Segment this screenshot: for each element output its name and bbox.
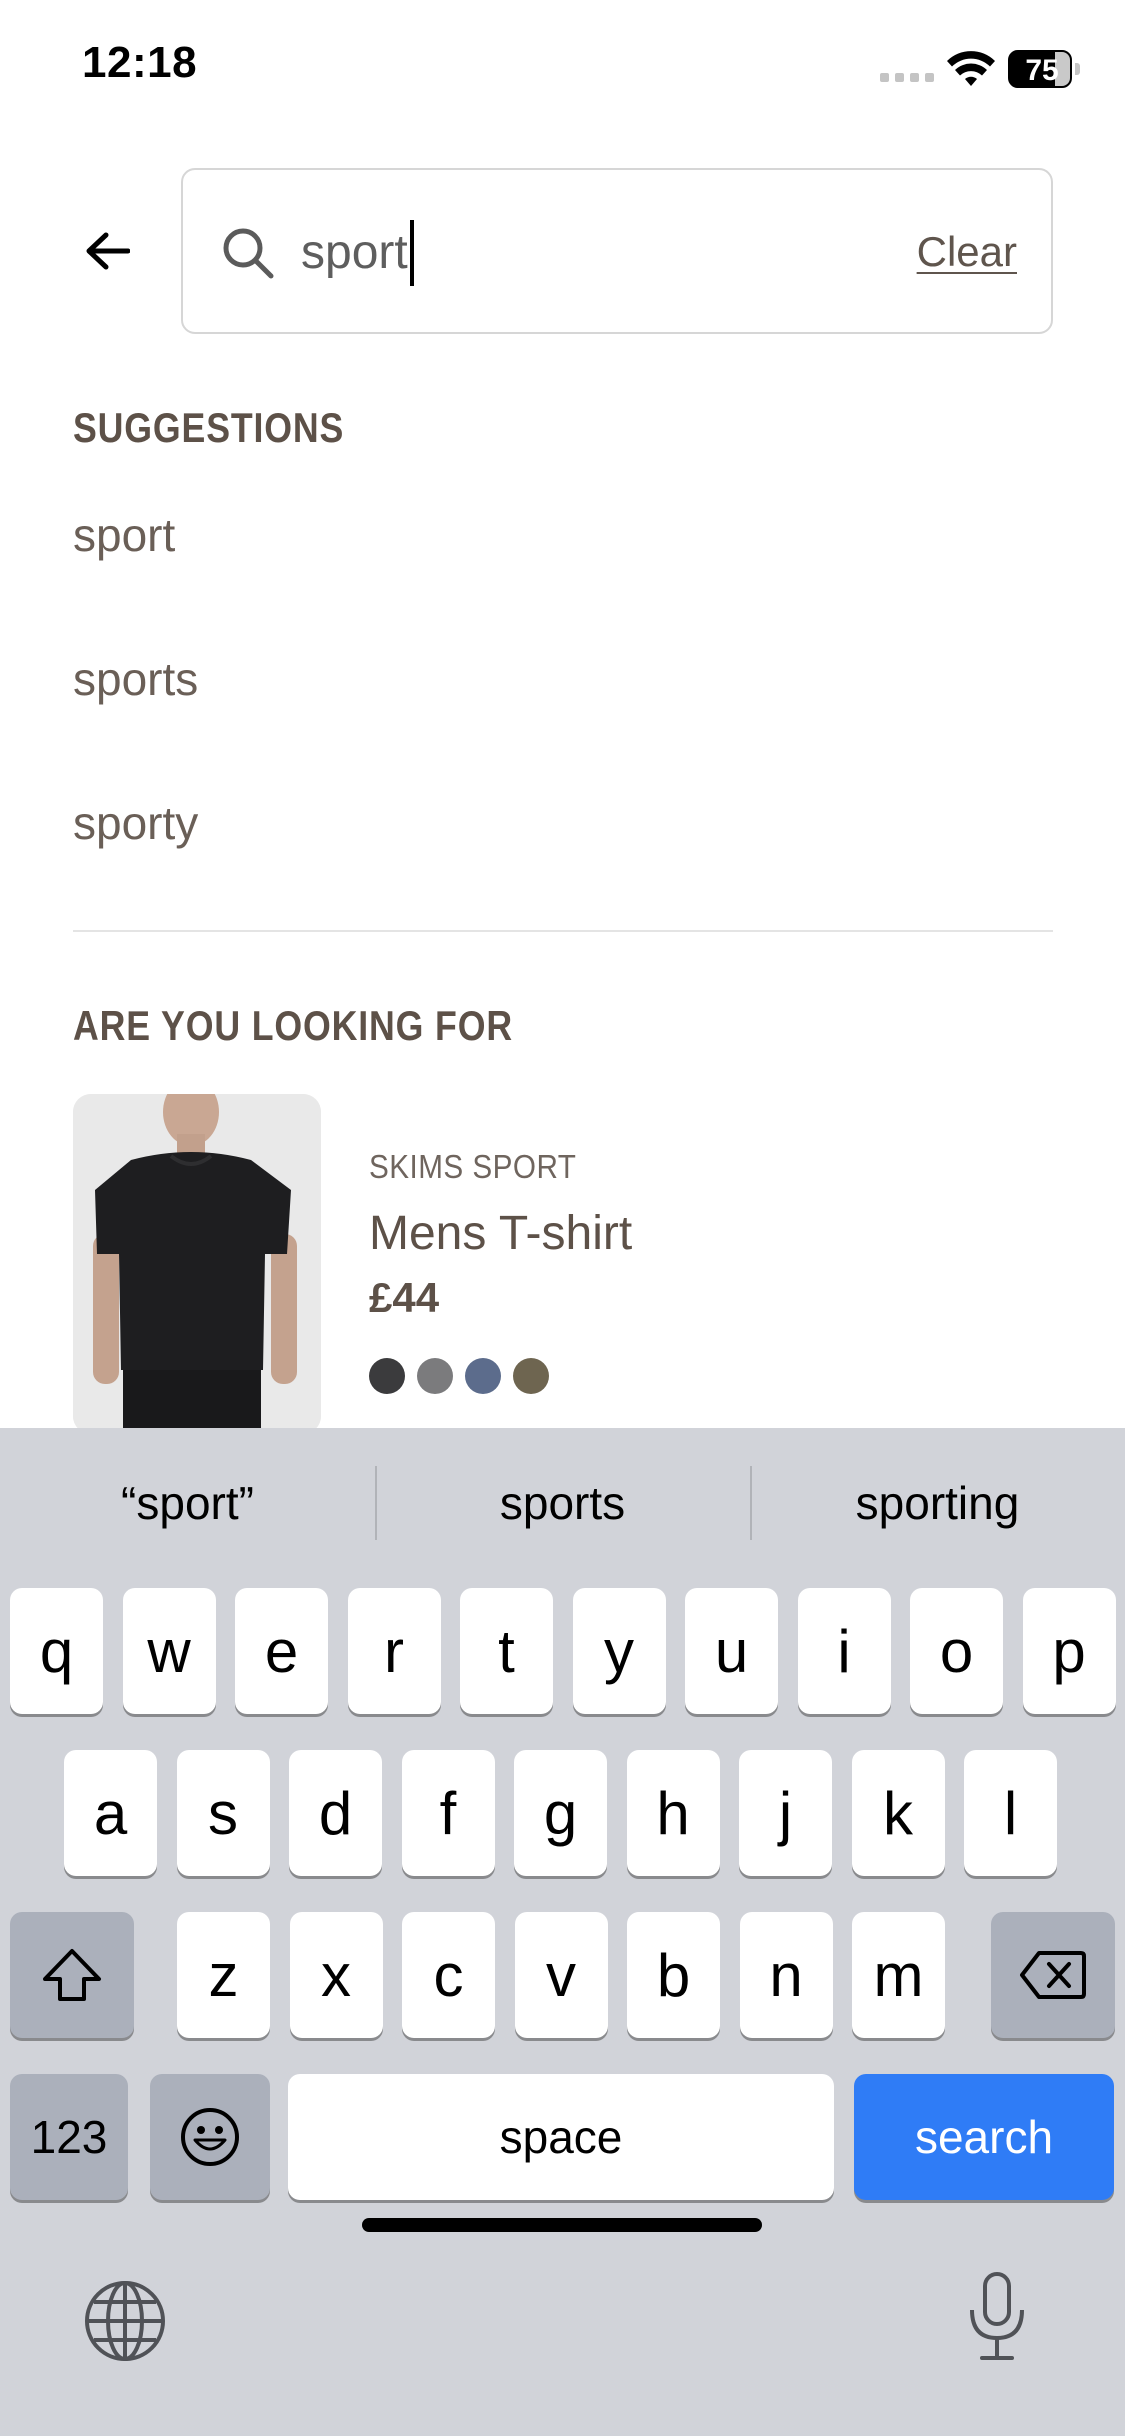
wifi-icon: [947, 51, 995, 86]
color-swatch[interactable]: [513, 1358, 549, 1394]
suggestions-heading: SUGGESTIONS: [73, 404, 345, 451]
prediction-item[interactable]: “sport”: [0, 1428, 375, 1578]
key-q[interactable]: q: [10, 1588, 103, 1714]
color-swatch[interactable]: [465, 1358, 501, 1394]
key-b[interactable]: b: [627, 1912, 720, 2038]
key-t[interactable]: t: [460, 1588, 553, 1714]
key-y[interactable]: y: [572, 1588, 666, 1714]
color-swatch[interactable]: [417, 1358, 453, 1394]
key-p[interactable]: p: [1022, 1588, 1116, 1714]
key-r[interactable]: r: [347, 1588, 441, 1714]
key-n[interactable]: n: [739, 1912, 833, 2038]
key-u[interactable]: u: [685, 1588, 778, 1714]
suggestion-item[interactable]: sport: [73, 508, 175, 562]
search-input[interactable]: sport: [301, 210, 861, 296]
key-l[interactable]: l: [964, 1750, 1057, 1876]
emoji-key[interactable]: [150, 2074, 270, 2200]
key-d[interactable]: d: [289, 1750, 382, 1876]
product-card[interactable]: SKIMS SPORT Mens T-shirt £44: [73, 1094, 1053, 1434]
prediction-item[interactable]: sports: [375, 1428, 750, 1578]
key-o[interactable]: o: [910, 1588, 1003, 1714]
shift-arrow-icon: [43, 1949, 101, 2001]
keyboard: “sport” sports sporting qwertyuiop asdfgh…: [0, 1428, 1125, 2436]
suggestion-item[interactable]: sporty: [73, 796, 198, 850]
key-k[interactable]: k: [851, 1750, 945, 1876]
backspace-icon: [1020, 1951, 1086, 1999]
delete-key[interactable]: [991, 1912, 1115, 2038]
numbers-key[interactable]: 123: [10, 2074, 128, 2200]
product-price: £44: [369, 1274, 440, 1321]
product-name[interactable]: Mens T-shirt: [369, 1206, 632, 1261]
divider: [73, 930, 1053, 932]
search-query-text: sport: [301, 226, 408, 279]
emoji-icon: [181, 2108, 239, 2166]
key-v[interactable]: v: [514, 1912, 608, 2038]
space-key[interactable]: space: [288, 2074, 834, 2200]
key-s[interactable]: s: [176, 1750, 270, 1876]
key-f[interactable]: f: [401, 1750, 495, 1876]
key-m[interactable]: m: [852, 1912, 945, 2038]
battery-icon: 75: [1008, 50, 1080, 88]
looking-for-heading: ARE YOU LOOKING FOR: [73, 1002, 513, 1049]
key-h[interactable]: h: [626, 1750, 720, 1876]
status-time: 12:18: [82, 38, 198, 87]
color-swatch[interactable]: [369, 1358, 405, 1394]
text-cursor: [409, 220, 414, 286]
key-z[interactable]: z: [177, 1912, 270, 2038]
prediction-item[interactable]: sporting: [750, 1428, 1125, 1578]
cellular-signal-icon: [880, 73, 934, 82]
clear-button[interactable]: Clear: [917, 228, 1017, 276]
back-button[interactable]: [78, 222, 136, 280]
color-swatches: [369, 1358, 549, 1394]
battery-level: 75: [1025, 54, 1059, 87]
key-i[interactable]: i: [797, 1588, 891, 1714]
key-a[interactable]: a: [64, 1750, 157, 1876]
key-j[interactable]: j: [739, 1750, 832, 1876]
search-screen: 12:18 75 sport Clear SUGGESTIONS sport s…: [0, 0, 1125, 2436]
product-image[interactable]: [73, 1094, 321, 1434]
key-e[interactable]: e: [235, 1588, 328, 1714]
key-c[interactable]: c: [402, 1912, 495, 2038]
tshirt-model-image: [73, 1094, 321, 1434]
key-g[interactable]: g: [514, 1750, 607, 1876]
product-brand: SKIMS SPORT: [369, 1148, 577, 1185]
key-w[interactable]: w: [122, 1588, 216, 1714]
microphone-icon[interactable]: [966, 2270, 1028, 2369]
search-field[interactable]: sport Clear: [181, 168, 1053, 334]
search-icon: [223, 228, 274, 279]
status-bar: 12:18 75: [0, 0, 1125, 140]
shift-key[interactable]: [10, 1912, 134, 2038]
predictive-text-bar: “sport” sports sporting: [0, 1428, 1125, 1578]
suggestion-item[interactable]: sports: [73, 652, 198, 706]
home-indicator[interactable]: [362, 2218, 762, 2232]
key-x[interactable]: x: [289, 1912, 383, 2038]
search-key[interactable]: search: [854, 2074, 1114, 2200]
globe-icon[interactable]: [82, 2278, 168, 2369]
arrow-left-icon: [86, 232, 130, 270]
